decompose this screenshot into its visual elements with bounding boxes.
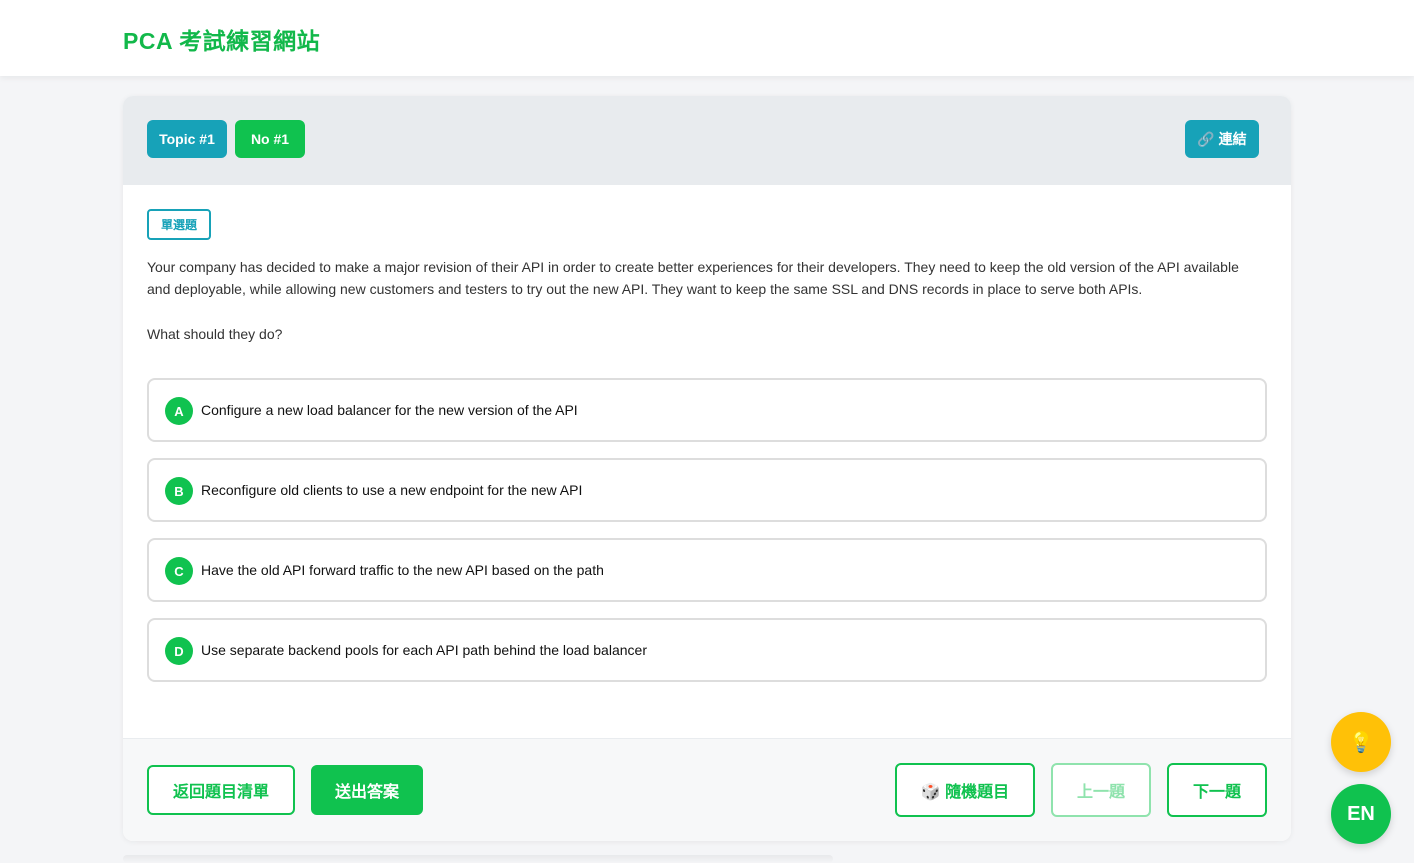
question-card: Topic #1 No #1 🔗 連結 單選題 Your company has… (123, 96, 1291, 841)
option-letter-badge: A (165, 397, 193, 425)
random-question-button[interactable]: 🎲 隨機題目 (895, 763, 1035, 817)
language-toggle-button[interactable]: EN (1331, 784, 1391, 844)
submit-answer-button[interactable]: 送出答案 (311, 765, 423, 815)
option-a[interactable]: A Configure a new load balancer for the … (147, 378, 1267, 442)
card-header: Topic #1 No #1 🔗 連結 (123, 96, 1291, 185)
question-type-tag: 單選題 (147, 209, 211, 240)
hint-button[interactable]: 💡 (1331, 712, 1391, 772)
next-card-edge (123, 855, 833, 863)
site-title[interactable]: PCA 考試練習網站 (123, 22, 320, 56)
option-c[interactable]: C Have the old API forward traffic to th… (147, 538, 1267, 602)
link-button[interactable]: 🔗 連結 (1185, 120, 1259, 158)
option-letter-badge: D (165, 637, 193, 665)
question-prompt: What should they do? (147, 326, 283, 342)
option-text: Have the old API forward traffic to the … (201, 562, 604, 578)
option-letter-badge: C (165, 557, 193, 585)
option-text: Reconfigure old clients to use a new end… (201, 482, 583, 498)
card-footer: 返回題目清單 送出答案 🎲 隨機題目 上一題 下一題 (123, 738, 1291, 841)
next-question-button[interactable]: 下一題 (1167, 763, 1267, 817)
question-number-badge: No #1 (235, 120, 305, 158)
topic-badge: Topic #1 (147, 120, 227, 158)
option-text: Configure a new load balancer for the ne… (201, 402, 578, 418)
option-letter-badge: B (165, 477, 193, 505)
lightbulb-icon: 💡 (1348, 731, 1374, 754)
question-text: Your company has decided to make a major… (147, 259, 1239, 297)
back-to-list-button[interactable]: 返回題目清單 (147, 765, 295, 815)
top-navbar: PCA 考試練習網站 (0, 0, 1414, 76)
previous-question-button[interactable]: 上一題 (1051, 763, 1151, 817)
option-b[interactable]: B Reconfigure old clients to use a new e… (147, 458, 1267, 522)
option-d[interactable]: D Use separate backend pools for each AP… (147, 618, 1267, 682)
option-text: Use separate backend pools for each API … (201, 642, 647, 658)
